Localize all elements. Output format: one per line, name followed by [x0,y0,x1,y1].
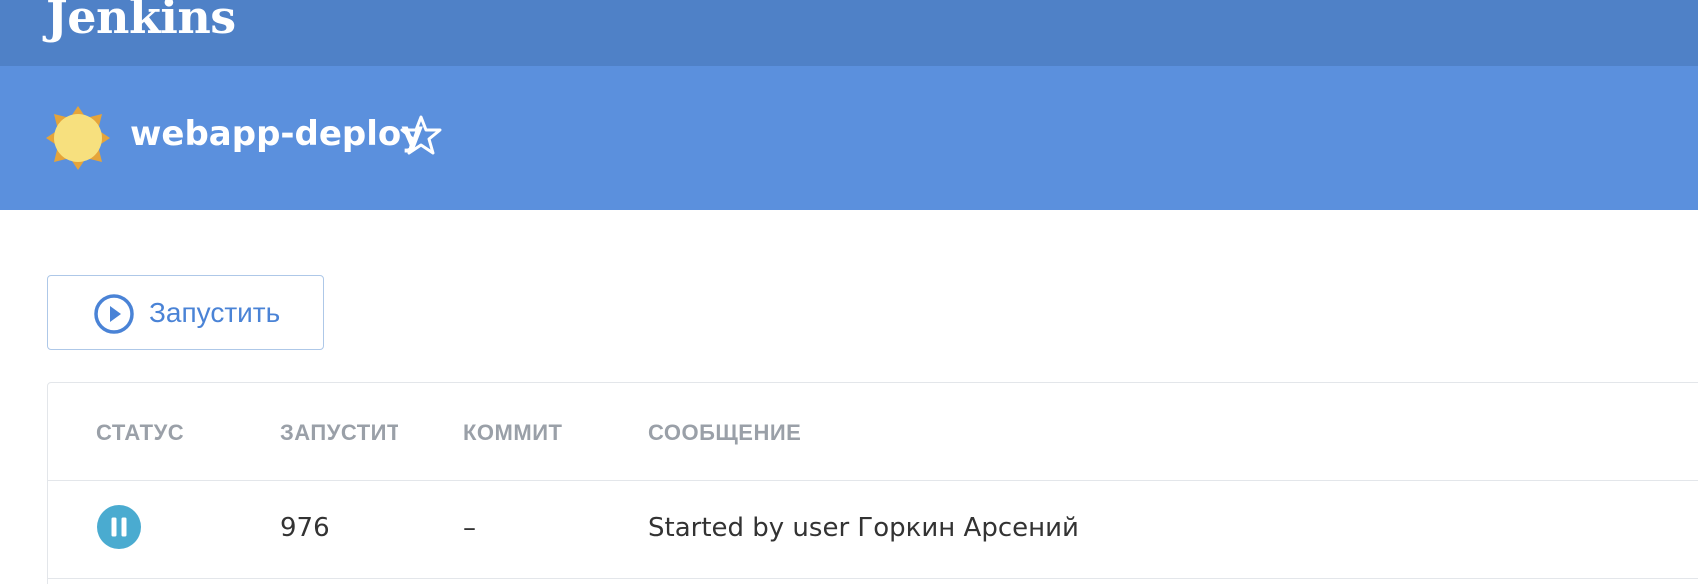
run-number: 976 [280,513,330,543]
run-button-label: Запустить [149,297,281,328]
run-button[interactable]: Запустить [47,275,324,350]
column-header-status[interactable]: СТАТУС [96,419,256,447]
commit-id: – [463,513,476,543]
job-header: webapp-deploy [0,66,1698,210]
column-header-message[interactable]: СООБЩЕНИЕ [648,419,948,447]
sun-icon [46,106,110,170]
run-message: Started by user Горкин Арсений [648,513,1079,543]
star-outline-icon[interactable] [400,114,442,156]
top-bar: Jenkins [0,0,1698,66]
table-row[interactable]: 976 – Started by user Горкин Арсений [48,481,1698,579]
job-name: webapp-deploy [130,114,424,154]
pause-circle-icon [97,505,141,549]
table-header: СТАТУС ЗАПУСТИТЬ КОММИТ СООБЩЕНИЕ [48,383,1698,481]
column-header-commit[interactable]: КОММИТ [463,419,623,447]
jenkins-logo[interactable]: Jenkins [46,0,236,43]
runs-table: СТАТУС ЗАПУСТИТЬ КОММИТ СООБЩЕНИЕ 976 – … [47,382,1698,584]
column-header-run[interactable]: ЗАПУСТИТЬ [280,419,398,447]
play-circle-icon [94,294,134,334]
